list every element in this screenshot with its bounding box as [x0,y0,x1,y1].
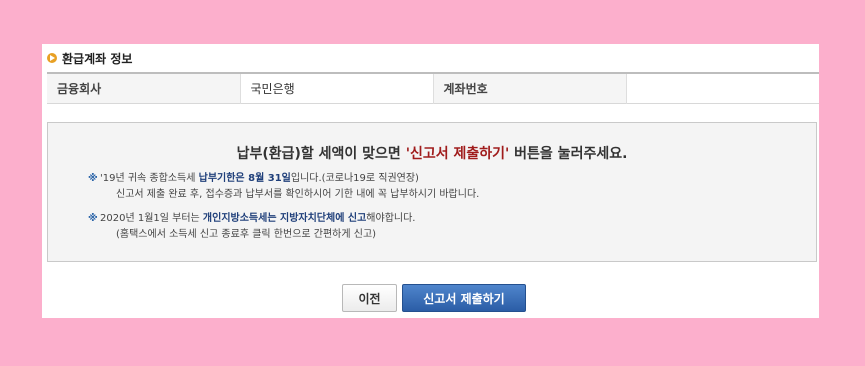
notice-box: 납부(환급)할 세액이 맞으면 '신고서 제출하기' 버튼을 눌러주세요. ※ … [47,122,817,262]
bank-label: 금융회사 [47,73,241,104]
note-mark-icon: ※ [88,213,98,224]
section-title: 환급계좌 정보 [47,50,132,66]
account-number-label: 계좌번호 [433,73,627,104]
submit-report-button[interactable]: 신고서 제출하기 [402,284,526,312]
notice-note-local-tax: ※ 2020년 1월1일 부터는 개인지방소득세는 지방자치단체에 신고해야합니… [88,213,416,240]
bank-value: 국민은행 [240,73,434,104]
arrow-bullet-icon [47,53,57,63]
notice-headline: 납부(환급)할 세액이 맞으면 '신고서 제출하기' 버튼을 눌러주세요. [236,146,628,162]
section-title-text: 환급계좌 정보 [62,51,133,66]
account-number-value [626,73,819,104]
refund-account-panel: 환급계좌 정보 금융회사 국민은행 계좌번호 납부(환급)할 세액이 맞으면 '… [42,44,819,318]
note-mark-icon: ※ [88,173,98,184]
submit-highlight: '신고서 제출하기' [405,146,510,162]
account-info-table: 금융회사 국민은행 계좌번호 [47,72,819,104]
prev-button[interactable]: 이전 [342,284,397,312]
notice-note-deadline: ※ '19년 귀속 종합소득세 납부기한은 8월 31일입니다.(코로나19로 … [88,173,480,200]
